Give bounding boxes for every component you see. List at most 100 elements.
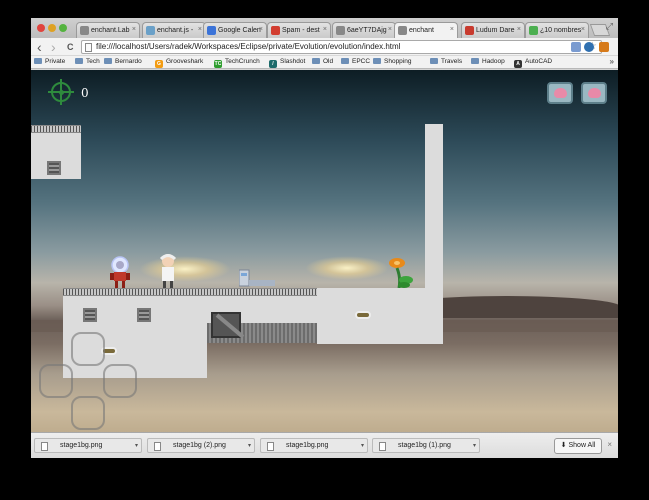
chevron-down-icon[interactable]: ▾ — [135, 442, 138, 449]
vent — [47, 161, 61, 175]
robot-sprite — [110, 256, 130, 288]
download-item[interactable]: stage1bg.png ▾ — [34, 438, 142, 453]
reload-button[interactable]: C — [67, 40, 74, 54]
folder-icon — [341, 58, 349, 64]
tab-close-icon[interactable]: × — [450, 26, 454, 33]
window-close-button[interactable] — [37, 24, 45, 32]
bookmark-folder[interactable]: Tech — [75, 58, 100, 65]
bookmark-folder[interactable]: EPCC — [341, 58, 370, 65]
download-filename: stage1bg (2).png — [173, 442, 226, 449]
address-bar[interactable]: file:///localhost/Users/radek/Workspaces… — [81, 40, 602, 54]
bookmark-link[interactable]: A AutoCAD — [514, 58, 552, 68]
bookmarks-bar: Private Tech Bernardo G Grooveshark TC TechCru… — [31, 56, 618, 69]
folder-icon — [373, 58, 381, 64]
tab[interactable]: Spam - dest × — [267, 22, 331, 38]
fullscreen-icon[interactable]: ⤢ — [606, 21, 613, 32]
bookmark-label: Grooveshark — [166, 58, 204, 65]
dpad-right[interactable] — [103, 364, 137, 398]
tab-close-icon[interactable]: × — [132, 26, 136, 33]
dpad-up[interactable] — [71, 332, 105, 366]
plant-sprite — [389, 258, 413, 288]
power-pill[interactable] — [355, 311, 371, 319]
folder-icon — [104, 58, 112, 64]
bookmark-folder[interactable]: Old — [312, 58, 333, 65]
folder-icon — [471, 58, 479, 64]
tab-label: enchant — [409, 27, 434, 34]
calendar-icon — [207, 26, 216, 35]
window-zoom-button[interactable] — [59, 24, 67, 32]
wrench-menu-icon[interactable] — [599, 42, 609, 52]
tab[interactable]: enchant × — [394, 22, 458, 38]
scientist-sprite — [159, 254, 177, 288]
download-item[interactable]: stage1bg (1).png ▾ — [372, 438, 480, 453]
bookmark-folder[interactable]: Private — [34, 58, 65, 65]
show-all-button[interactable]: ⬇ Show All — [554, 438, 602, 454]
site-icon: G — [155, 60, 163, 68]
feedly-icon — [529, 26, 538, 35]
folder-icon — [430, 58, 438, 64]
file-icon — [267, 442, 274, 451]
gmail-icon — [271, 26, 280, 35]
brain-icon[interactable] — [547, 82, 573, 104]
bookmark-folder[interactable]: Travels — [430, 58, 462, 65]
bookmark-label: Shopping — [384, 58, 412, 65]
tab-label: Google Calen — [218, 27, 261, 34]
show-all-label: Show All — [568, 442, 596, 449]
forward-button[interactable]: › — [51, 40, 56, 54]
bookmark-label: Tech — [86, 58, 100, 65]
tab-close-icon[interactable]: × — [198, 26, 202, 33]
game-canvas[interactable]: 0 — [31, 70, 618, 450]
extension-icon[interactable] — [584, 42, 594, 52]
bookmark-link[interactable]: TC TechCrunch — [214, 58, 260, 68]
download-item[interactable]: stage1bg.png ▾ — [260, 438, 368, 453]
extension-icon[interactable] — [571, 42, 581, 52]
downloads-bar: stage1bg.png ▾ stage1bg (2).png ▾ stage1bg.p… — [31, 432, 618, 458]
folder-icon — [312, 58, 320, 64]
tab-close-icon[interactable]: × — [259, 26, 263, 33]
tab[interactable]: Ludum Dare × — [461, 22, 525, 38]
dpad-down[interactable] — [71, 396, 105, 430]
bookmark-label: Travels — [441, 58, 463, 65]
window-minimize-button[interactable] — [48, 24, 56, 32]
tab-close-icon[interactable]: × — [388, 26, 392, 33]
back-button[interactable]: ‹ — [37, 40, 42, 54]
bookmark-folder[interactable]: Hadoop — [471, 58, 505, 65]
download-item[interactable]: stage1bg (2).png ▾ — [147, 438, 255, 453]
tab[interactable]: ¿10 nombres × — [525, 22, 589, 38]
url-text: file:///localhost/Users/radek/Workspaces… — [96, 42, 401, 51]
bookmark-label: Bernardo — [115, 58, 142, 65]
site-icon: A — [514, 60, 522, 68]
bookmark-label: Old — [323, 58, 334, 65]
bookmark-link[interactable]: G Grooveshark — [155, 58, 203, 68]
page-icon — [80, 26, 89, 35]
chevron-down-icon[interactable]: ▾ — [361, 442, 364, 449]
bookmark-link[interactable]: / Slashdot — [269, 58, 305, 68]
vent — [137, 308, 151, 322]
file-icon — [154, 442, 161, 451]
tab-close-icon[interactable]: × — [581, 26, 585, 33]
tab-close-icon[interactable]: × — [323, 26, 327, 33]
bookmark-folder[interactable]: Shopping — [373, 58, 411, 65]
bookmarks-overflow-button[interactable]: » — [610, 57, 614, 66]
tab-strip: enchant.Lab × enchant.js - × Google Calen × Sp… — [31, 18, 618, 38]
bookmark-folder[interactable]: Bernardo — [104, 58, 142, 65]
chevron-down-icon[interactable]: ▾ — [248, 442, 251, 449]
toolbar: ‹ › C file:///localhost/Users/radek/Work… — [31, 38, 618, 56]
tab[interactable]: enchant.js - × — [142, 22, 206, 38]
tab[interactable]: 6aeYT7DAjg × — [332, 22, 396, 38]
close-downloads-icon[interactable]: × — [607, 440, 612, 449]
download-filename: stage1bg (1).png — [398, 442, 451, 449]
browser-window: enchant.Lab × enchant.js - × Google Calen × Sp… — [31, 18, 618, 458]
vent — [83, 308, 97, 322]
dpad-left[interactable] — [39, 364, 73, 398]
tab-close-icon[interactable]: × — [517, 26, 521, 33]
bookmark-label: Hadoop — [482, 58, 505, 65]
file-icon — [41, 442, 48, 451]
brain-icon[interactable] — [581, 82, 607, 104]
chevron-down-icon[interactable]: ▾ — [473, 442, 476, 449]
tab[interactable]: enchant.Lab × — [76, 22, 140, 38]
right-block — [317, 288, 443, 344]
tab[interactable]: Google Calen × — [203, 22, 267, 38]
bookmark-label: EPCC — [352, 58, 371, 65]
light-glow — [139, 256, 231, 282]
